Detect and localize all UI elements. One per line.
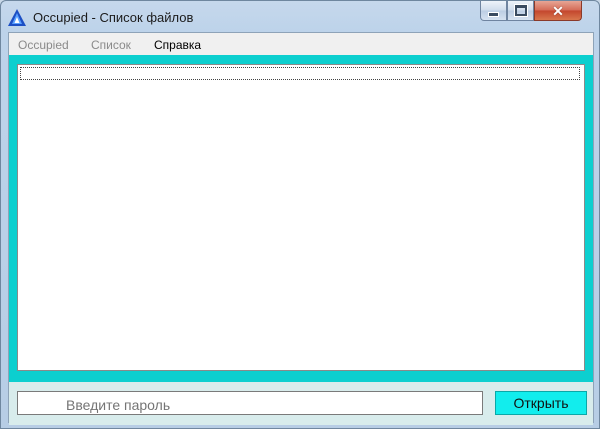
minimize-button[interactable] xyxy=(480,1,507,21)
menu-help[interactable]: Справка xyxy=(154,38,201,52)
title-bar[interactable]: Occupied - Список файлов ✕ xyxy=(1,1,599,33)
maximize-icon xyxy=(513,4,528,17)
password-bar: Открыть xyxy=(9,379,593,425)
menu-list[interactable]: Список xyxy=(91,38,131,52)
close-button[interactable]: ✕ xyxy=(534,1,582,21)
open-button[interactable]: Открыть xyxy=(495,391,587,415)
password-input[interactable] xyxy=(17,391,483,415)
menu-bar: Occupied Список Справка xyxy=(9,33,593,54)
main-frame: Открыть xyxy=(9,55,593,425)
window-title: Occupied - Список файлов xyxy=(33,10,194,25)
close-icon: ✕ xyxy=(552,2,564,19)
client-area: Occupied Список Справка Открыть xyxy=(8,32,594,425)
file-list[interactable] xyxy=(17,64,585,371)
maximize-button[interactable] xyxy=(507,1,534,21)
list-item[interactable] xyxy=(20,67,580,80)
app-window: Occupied - Список файлов ✕ Occupied Спис… xyxy=(0,0,600,429)
minimize-icon xyxy=(488,12,499,17)
occupied-app-icon xyxy=(8,9,26,26)
menu-occupied[interactable]: Occupied xyxy=(18,38,69,52)
